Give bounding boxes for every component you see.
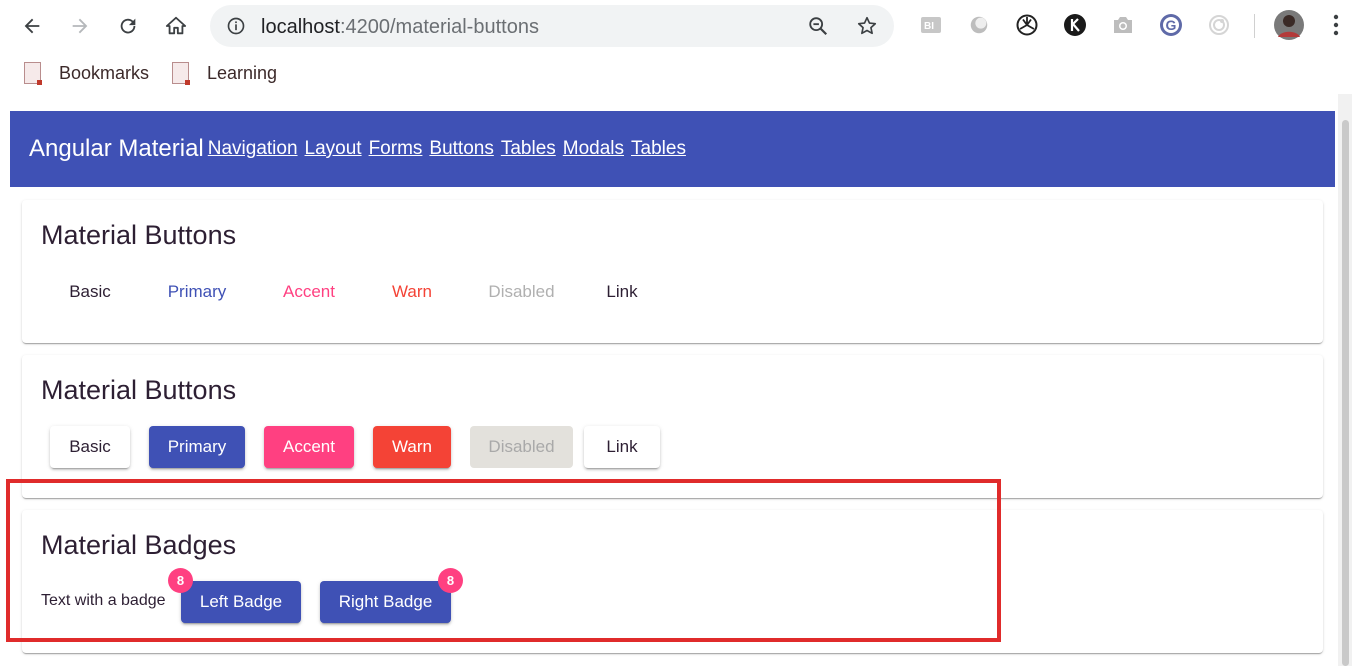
nav-link-navigation[interactable]: Navigation xyxy=(208,138,298,160)
basic-button[interactable]: Basic xyxy=(50,426,130,468)
forward-arrow-icon[interactable] xyxy=(64,10,96,42)
bookmark-label: Learning xyxy=(207,62,278,83)
nav-link-tables-2[interactable]: Tables xyxy=(631,138,686,160)
app-title: Angular Material xyxy=(29,135,204,162)
nav-link-tables[interactable]: Tables xyxy=(501,138,556,160)
back-arrow-icon[interactable] xyxy=(16,10,48,42)
highlight-box xyxy=(6,479,1001,642)
extension-g-icon[interactable]: G xyxy=(1158,12,1184,38)
accent-button[interactable]: Accent xyxy=(264,426,354,468)
bookmark-page-icon xyxy=(172,62,190,85)
extension-bi-icon[interactable]: BI xyxy=(918,12,944,38)
bookmark-folder-learning[interactable]: Learning xyxy=(172,62,278,85)
disabled-button: Disabled xyxy=(470,271,573,313)
toolbar-separator xyxy=(1254,14,1255,38)
nav-link-modals[interactable]: Modals xyxy=(563,138,624,160)
extension-k-icon[interactable] xyxy=(1062,12,1088,38)
svg-text:BI: BI xyxy=(924,21,934,32)
bookmark-page-icon xyxy=(24,62,42,85)
link-button[interactable]: Link xyxy=(584,426,660,468)
browser-toolbar: localhost:4200/material-buttons BI G xyxy=(0,0,1352,52)
bookmark-label: Bookmarks xyxy=(59,62,150,83)
warn-button[interactable]: Warn xyxy=(373,426,451,468)
flat-buttons-card: Material Buttons Basic Primary Accent Wa… xyxy=(22,200,1323,343)
bookmarks-bar: Bookmarks Learning xyxy=(0,52,1352,94)
disabled-button: Disabled xyxy=(470,426,573,468)
card-title: Material Buttons xyxy=(41,220,237,250)
address-bar[interactable]: localhost:4200/material-buttons xyxy=(210,5,894,47)
bookmark-folder-bookmarks[interactable]: Bookmarks xyxy=(24,62,150,85)
reload-icon[interactable] xyxy=(112,10,144,42)
app-toolbar: Angular Material Navigation Layout Forms… xyxy=(10,111,1335,187)
home-icon[interactable] xyxy=(160,10,192,42)
zoom-icon[interactable] xyxy=(806,14,830,38)
nav-link-layout[interactable]: Layout xyxy=(305,138,362,160)
card-title: Material Buttons xyxy=(41,375,237,405)
warn-button[interactable]: Warn xyxy=(373,271,451,313)
camera-icon[interactable] xyxy=(1110,12,1136,38)
profile-avatar[interactable] xyxy=(1274,10,1304,40)
extension-openai-icon[interactable] xyxy=(1014,12,1040,38)
primary-button[interactable]: Primary xyxy=(149,426,245,468)
bookmark-star-icon[interactable] xyxy=(855,14,879,38)
nav-link-buttons[interactable]: Buttons xyxy=(429,138,493,160)
nav-link-forms[interactable]: Forms xyxy=(369,138,423,160)
extension-circle-icon[interactable] xyxy=(966,12,992,38)
page-scrollbar-thumb[interactable] xyxy=(1342,120,1349,666)
link-button[interactable]: Link xyxy=(584,271,660,313)
extension-target-icon[interactable] xyxy=(1206,12,1232,38)
site-info-icon[interactable] xyxy=(224,14,248,38)
url-text[interactable]: localhost:4200/material-buttons xyxy=(261,16,539,39)
accent-button[interactable]: Accent xyxy=(264,271,354,313)
primary-button[interactable]: Primary xyxy=(149,271,245,313)
basic-button[interactable]: Basic xyxy=(50,271,130,313)
svg-text:G: G xyxy=(1166,17,1177,33)
raised-buttons-card: Material Buttons Basic Primary Accent Wa… xyxy=(22,355,1323,498)
menu-kebab-icon[interactable] xyxy=(1324,12,1348,38)
